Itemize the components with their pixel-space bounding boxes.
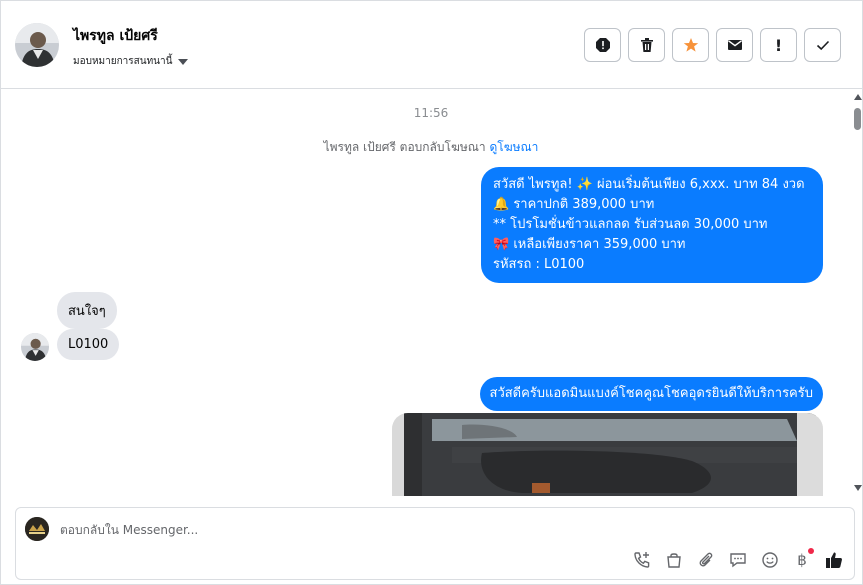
report-spam-icon (595, 38, 610, 52)
scroll-down-arrow-icon[interactable] (854, 485, 862, 491)
assign-label: มอบหมายการสนทนานี้ (73, 56, 173, 67)
mark-important-button[interactable]: ! (760, 28, 797, 62)
payment-button[interactable]: ฿ (792, 548, 814, 570)
message-thread[interactable]: 11:56 ไพรทูล เป้ยศรี ตอบกลับโฆษณา ดูโฆษณ… (1, 90, 851, 496)
contact-avatar[interactable] (15, 23, 59, 67)
composer-tools: ฿ (632, 548, 844, 570)
outgoing-message[interactable]: สวัสดีครับแอดมินแบงค์โชคคูณโชคอุดรยินดีใ… (479, 377, 823, 411)
car-door-photo[interactable] (392, 413, 823, 496)
scroll-up-arrow-icon[interactable] (854, 94, 862, 100)
notification-dot (808, 548, 814, 554)
chat-icon (730, 553, 746, 568)
message-line: สวัสดี ไพรทูล! ✨ ผ่อนเริ่มต้นเพียง 6,xxx… (493, 177, 805, 192)
scroll-thumb[interactable] (854, 108, 861, 130)
ad-reply-text: ไพรทูล เป้ยศรี ตอบกลับโฆษณา (323, 140, 486, 154)
phone-add-icon (634, 552, 650, 568)
checkmark-icon (816, 40, 829, 51)
emoji-icon (762, 552, 778, 568)
emoji-button[interactable] (760, 550, 780, 570)
envelope-icon (727, 40, 742, 50)
exclamation-icon: ! (774, 35, 783, 55)
call-button[interactable] (632, 550, 652, 570)
attach-button[interactable] (696, 550, 716, 570)
thumbs-up-icon (826, 552, 842, 568)
contact-name[interactable]: ไพรทูล เป้ยศรี (73, 25, 158, 47)
action-toolbar: ! (584, 28, 841, 62)
conversation-header: ไพรทูล เป้ยศรี มอบหมายการสนทนานี้ ! (1, 1, 863, 89)
star-button[interactable] (672, 28, 709, 62)
delete-button[interactable] (628, 28, 665, 62)
incoming-message[interactable]: สนใจๆ (57, 292, 117, 329)
ad-reply-note: ไพรทูล เป้ยศรี ตอบกลับโฆษณา ดูโฆษณา (1, 138, 851, 157)
message-line: 🔔 ราคาปกติ 389,000 บาท (493, 197, 655, 212)
like-button[interactable] (824, 550, 844, 570)
baht-icon: ฿ (797, 551, 807, 569)
message-line: ** โปรโมชั่นข้าวแลกลด รับส่วนลด 30,000 บ… (493, 217, 768, 232)
page-avatar (25, 517, 49, 541)
shop-button[interactable] (664, 550, 684, 570)
contact-avatar-small[interactable] (21, 333, 49, 361)
mark-unread-button[interactable] (716, 28, 753, 62)
caret-down-icon (178, 58, 189, 65)
message-line: 🎀 เหลือเพียงราคา 359,000 บาท (493, 237, 686, 252)
message-panel: ไพรทูล เป้ยศรี มอบหมายการสนทนานี้ ! 11:5… (0, 0, 863, 585)
star-icon (683, 38, 698, 52)
timestamp: 11:56 (413, 106, 449, 120)
saved-replies-button[interactable] (728, 550, 748, 570)
reply-composer: ฿ (15, 507, 855, 580)
outgoing-message[interactable]: สวัสดี ไพรทูล! ✨ ผ่อนเริ่มต้นเพียง 6,xxx… (481, 167, 823, 283)
paperclip-icon (699, 552, 713, 567)
incoming-message[interactable]: L0100 (57, 329, 120, 360)
view-ad-link[interactable]: ดูโฆษณา (489, 140, 538, 154)
report-spam-button[interactable] (584, 28, 621, 62)
shopping-bag-icon (667, 553, 681, 568)
thread-scrollbar[interactable] (851, 90, 863, 496)
assign-conversation-dropdown[interactable]: มอบหมายการสนทนานี้ (73, 54, 189, 69)
reply-input[interactable] (60, 520, 760, 540)
mark-done-button[interactable] (804, 28, 841, 62)
message-line: รหัสรถ : L0100 (493, 257, 585, 272)
trash-icon (640, 38, 653, 52)
